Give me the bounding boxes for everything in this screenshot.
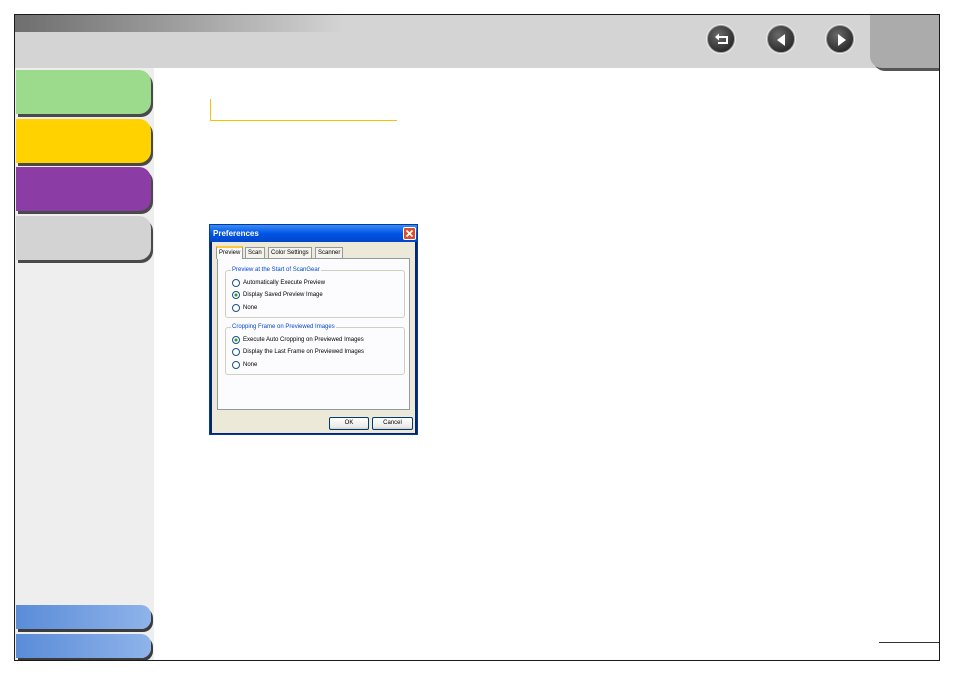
sidebar-bottom-tab-1[interactable] xyxy=(16,605,151,629)
page-number-rule xyxy=(879,642,939,643)
previous-page-button[interactable] xyxy=(767,25,795,53)
top-bar xyxy=(15,15,939,68)
top-gradient-strip xyxy=(15,15,345,32)
manual-page: Preferences Preview Scan Color Settings … xyxy=(14,14,940,661)
group-legend: Preview at the Start of ScanGear xyxy=(231,266,321,274)
tab-scanner[interactable]: Scanner xyxy=(315,247,344,258)
radio-label: Execute Auto Cropping on Previewed Image… xyxy=(243,337,364,343)
radio-label: Display the Last Frame on Previewed Imag… xyxy=(243,349,365,355)
radio-button[interactable] xyxy=(232,336,240,344)
dialog-close-button[interactable] xyxy=(403,227,416,240)
left-triangle-icon xyxy=(777,34,785,46)
preview-tab-panel: Preview at the Start of ScanGear Automat… xyxy=(217,258,410,410)
right-triangle-icon xyxy=(838,34,846,46)
dialog-title: Preferences xyxy=(210,225,417,242)
radio-label: None xyxy=(243,305,258,311)
tab-scan[interactable]: Scan xyxy=(245,247,265,258)
sidebar-tab-purple[interactable] xyxy=(16,167,151,211)
cancel-button[interactable]: Cancel xyxy=(372,417,413,430)
next-page-button[interactable] xyxy=(826,25,854,53)
top-right-tab[interactable] xyxy=(870,15,939,68)
return-arrow-icon xyxy=(715,33,728,44)
radio-button[interactable] xyxy=(232,304,240,312)
tab-color-settings[interactable]: Color Settings xyxy=(268,247,312,258)
sidebar-bottom-tab-2[interactable] xyxy=(16,634,151,658)
ok-button[interactable]: OK xyxy=(329,417,369,430)
back-button[interactable] xyxy=(707,25,735,53)
radio-label: Display Saved Preview Image xyxy=(243,292,323,298)
sidebar-tab-gray[interactable] xyxy=(16,216,151,260)
radio-button[interactable] xyxy=(232,291,240,299)
group-cropping-frame: Cropping Frame on Previewed Images Execu… xyxy=(225,323,405,375)
sidebar-tab-yellow[interactable] xyxy=(16,119,151,163)
group-legend: Cropping Frame on Previewed Images xyxy=(231,323,336,331)
close-icon xyxy=(405,229,414,238)
radio-button[interactable] xyxy=(232,361,240,369)
section-heading-underline xyxy=(210,99,397,121)
radio-label: None xyxy=(243,362,258,368)
radio-button[interactable] xyxy=(232,348,240,356)
radio-label: Automatically Execute Preview xyxy=(243,280,326,286)
group-preview-at-start: Preview at the Start of ScanGear Automat… xyxy=(225,266,405,318)
tab-preview[interactable]: Preview xyxy=(216,246,244,259)
radio-button[interactable] xyxy=(232,279,240,287)
sidebar xyxy=(15,68,154,660)
preferences-dialog: Preferences Preview Scan Color Settings … xyxy=(209,224,418,435)
dialog-body: Preview Scan Color Settings Scanner Prev… xyxy=(212,242,415,433)
sidebar-tab-green[interactable] xyxy=(16,70,151,114)
